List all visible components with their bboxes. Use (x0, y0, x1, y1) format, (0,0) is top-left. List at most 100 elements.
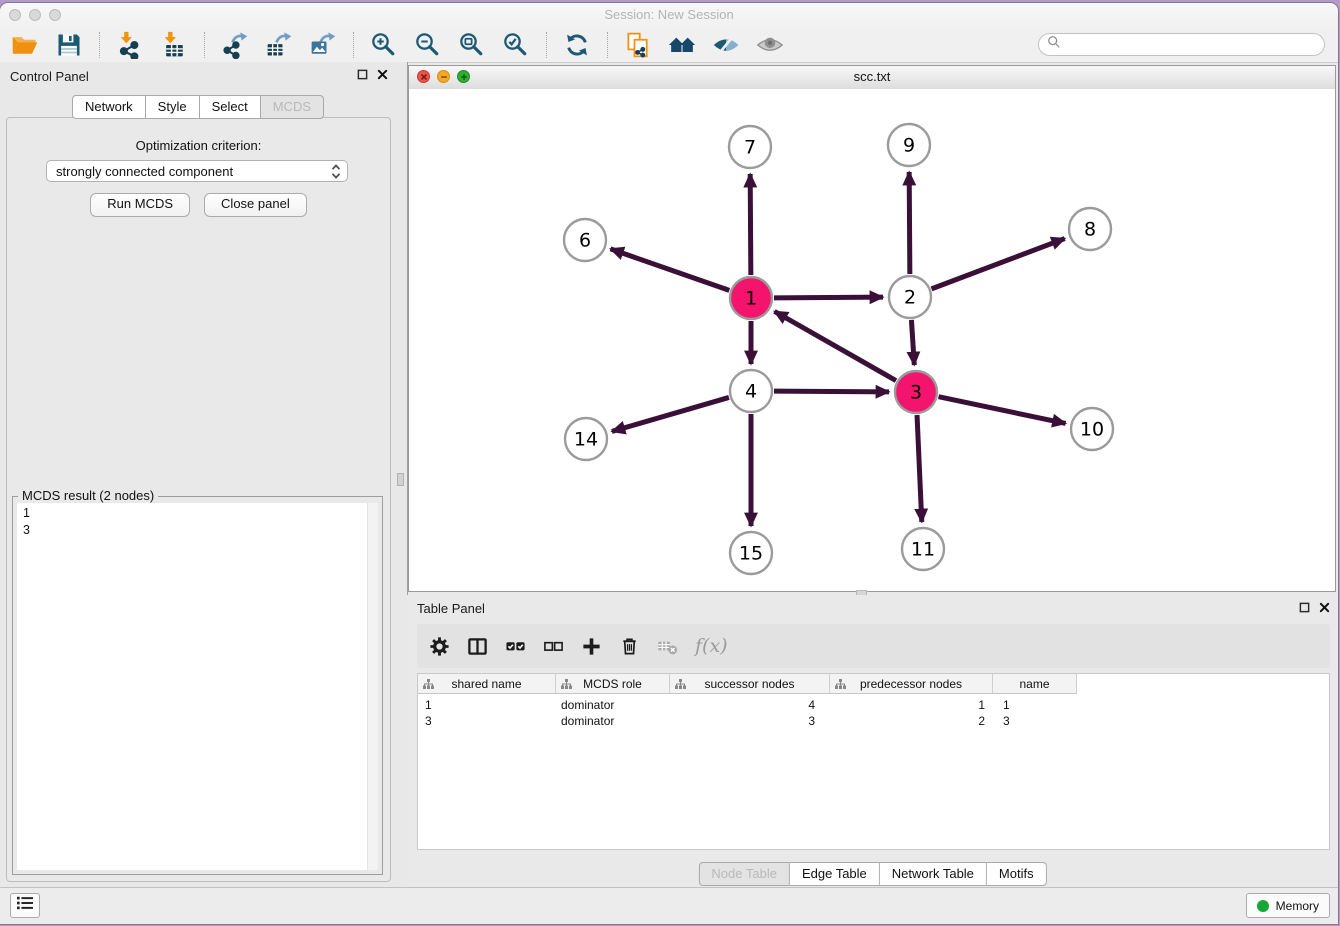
network-window-titlebar[interactable]: scc.txt (409, 66, 1335, 90)
mcds-result-item[interactable]: 1 (23, 505, 372, 522)
toolbar-separator (204, 32, 206, 58)
graph-node-label: 4 (745, 381, 757, 403)
table-cell[interactable]: 3 (670, 714, 830, 728)
graph-edge-3-1[interactable] (774, 311, 896, 380)
table-row[interactable]: 1dominator411 (418, 697, 1329, 713)
run-mcds-button[interactable]: Run MCDS (90, 193, 190, 217)
zoom-in-icon[interactable] (367, 30, 400, 59)
table-panel-header: Table Panel (407, 595, 1338, 619)
export-table-icon[interactable] (262, 30, 295, 59)
graph-edge-3-10[interactable] (939, 397, 1066, 424)
float-panel-icon[interactable] (357, 69, 368, 80)
app-titlebar: Session: New Session (0, 3, 1338, 28)
tab-style[interactable]: Style (146, 95, 200, 119)
graph-edge-1-6[interactable] (610, 249, 729, 291)
zoom-out-icon[interactable] (411, 30, 444, 59)
table-cell[interactable]: 4 (670, 698, 830, 712)
close-panel-button[interactable]: Close panel (204, 193, 307, 217)
search-box[interactable] (1038, 33, 1325, 56)
main-toolbar (0, 27, 1338, 63)
delete-table-icon[interactable] (657, 636, 678, 657)
save-session-icon[interactable] (52, 30, 85, 59)
table-row[interactable]: 3dominator323 (418, 713, 1329, 729)
network-minimize-button[interactable] (437, 70, 450, 83)
network-canvas[interactable]: 7968124314101511 (409, 89, 1335, 591)
import-table-icon[interactable] (157, 30, 190, 59)
tab-select[interactable]: Select (200, 95, 261, 119)
table-cell[interactable]: dominator (556, 714, 670, 728)
memory-button[interactable]: Memory (1246, 893, 1330, 918)
graph-node-label: 11 (911, 539, 935, 561)
table-cell[interactable]: 1 (830, 698, 993, 712)
show-panels-button[interactable] (10, 893, 40, 918)
mcds-tab-panel: Optimization criterion: strongly connect… (6, 117, 391, 882)
tab-network-table[interactable]: Network Table (880, 862, 987, 886)
apply-layout-icon[interactable] (560, 30, 593, 59)
table-cell[interactable]: 1 (418, 698, 556, 712)
import-network-icon[interactable] (113, 30, 146, 59)
close-window-button[interactable] (9, 9, 21, 21)
open-session-icon[interactable] (8, 30, 41, 59)
graph-edge-2-8[interactable] (932, 239, 1065, 289)
minimize-window-button[interactable] (29, 9, 41, 21)
column-header-successor-nodes[interactable]: successor nodes (670, 674, 830, 694)
mcds-result-item[interactable]: 3 (23, 522, 372, 539)
zoom-selected-icon[interactable] (499, 30, 532, 59)
result-scrollbar[interactable] (367, 503, 378, 870)
window-traffic-lights (9, 9, 61, 21)
main-area: Control Panel NetworkStyleSelectMCDS Opt… (0, 62, 1338, 888)
add-column-icon[interactable] (581, 636, 602, 657)
graph-edge-1-7[interactable] (750, 174, 751, 275)
tab-node-table[interactable]: Node Table (698, 862, 790, 886)
splitter-grip[interactable] (397, 473, 404, 486)
close-table-panel-icon[interactable] (1319, 602, 1330, 613)
hide-selected-icon[interactable] (709, 30, 742, 59)
table-cell[interactable]: 2 (830, 714, 993, 728)
table-tabs: Node TableEdge TableNetwork TableMotifs (698, 862, 1046, 886)
column-header-name[interactable]: name (993, 674, 1077, 694)
show-all-icon[interactable] (753, 30, 786, 59)
network-maximize-button[interactable] (457, 70, 470, 83)
select-all-icon[interactable] (505, 636, 526, 657)
tab-edge-table[interactable]: Edge Table (790, 862, 880, 886)
graph-edge-4-3[interactable] (774, 391, 889, 392)
mcds-result-list-area[interactable]: 13 (17, 503, 378, 870)
graph-edge-2-3[interactable] (911, 320, 914, 365)
zoom-window-button[interactable] (49, 9, 61, 21)
function-icon[interactable]: f(x) (695, 636, 728, 657)
tab-network[interactable]: Network (72, 95, 146, 119)
zoom-fit-icon[interactable] (455, 30, 488, 59)
split-view-icon[interactable] (467, 636, 488, 657)
graph-edge-1-2[interactable] (774, 297, 883, 298)
delete-column-icon[interactable] (619, 636, 640, 657)
tab-motifs[interactable]: Motifs (987, 862, 1047, 886)
dropdown-stepper-icon (331, 164, 341, 182)
table-cell[interactable]: 3 (993, 714, 1077, 728)
criterion-dropdown[interactable]: strongly connected component (46, 160, 348, 182)
graph-edge-3-11[interactable] (917, 415, 922, 522)
tab-mcds[interactable]: MCDS (261, 95, 324, 119)
table-cell[interactable]: dominator (556, 698, 670, 712)
export-network-icon[interactable] (218, 30, 251, 59)
column-header-shared-name[interactable]: shared name (418, 674, 556, 694)
search-input[interactable] (1067, 37, 1316, 53)
toolbar-separator (353, 32, 355, 58)
mcds-result-title: MCDS result (2 nodes) (18, 488, 158, 503)
table-cell[interactable]: 3 (418, 714, 556, 728)
table-cell[interactable]: 1 (993, 698, 1077, 712)
first-neighbors-icon[interactable] (665, 30, 698, 59)
close-panel-icon[interactable] (377, 69, 388, 80)
export-image-icon[interactable] (306, 30, 339, 59)
search-icon (1047, 35, 1061, 54)
toolbar-separator (99, 32, 101, 58)
deselect-all-icon[interactable] (543, 636, 564, 657)
gear-icon[interactable] (429, 636, 450, 657)
float-table-panel-icon[interactable] (1299, 602, 1310, 613)
column-header-MCDS-role[interactable]: MCDS role (556, 674, 670, 694)
graph-edge-2-9[interactable] (909, 172, 910, 274)
network-view-window: scc.txt 7968124314101511 (408, 65, 1336, 592)
graph-edge-4-14[interactable] (612, 397, 729, 431)
new-network-from-selection-icon[interactable] (621, 30, 654, 59)
network-close-button[interactable] (417, 70, 430, 83)
column-header-predecessor-nodes[interactable]: predecessor nodes (830, 674, 993, 694)
